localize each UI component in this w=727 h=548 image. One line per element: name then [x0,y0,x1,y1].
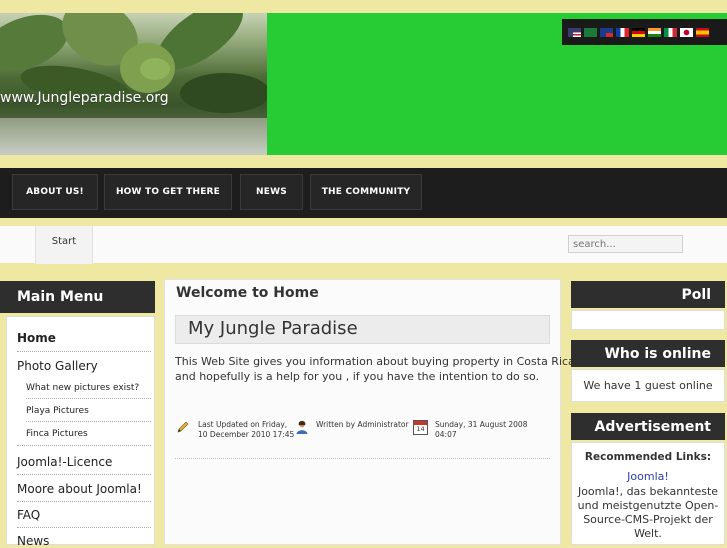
last-updated-line-2: 10 December 2010 17:45 [198,430,295,439]
poll-body [571,310,725,330]
who-is-online-header: Who is online [571,340,725,367]
menu-item-photo-gallery[interactable]: Photo Gallery [17,359,98,373]
recommended-links-title: Recommended Links: [584,451,712,463]
banner-photo: www.Jungleparadise.org [0,13,267,155]
pencil-icon [176,419,190,433]
breadcrumb-start[interactable]: Start [35,226,93,264]
calendar-icon: 14 [413,420,428,435]
in-flag-icon[interactable] [648,27,661,37]
menu-divider [17,445,151,446]
menu-divider [17,501,151,502]
article-text-line-2: and hopefully is a help for you , if you… [175,370,540,383]
joomla-link[interactable]: Joomla! [571,470,725,483]
main-menu: Home Photo Gallery What new pictures exi… [6,316,155,548]
language-flags [562,19,727,45]
us-flag-icon[interactable] [568,27,581,37]
top-strip [0,0,727,12]
menu-divider [26,398,151,399]
it-flag-icon[interactable] [664,27,677,37]
created-date-line-2: 04:07 [435,430,457,439]
nav-news[interactable]: NEWS [240,174,303,210]
poll-header: Poll [571,281,725,308]
article-text-line-1: This Web Site gives you information abou… [175,355,575,368]
menu-item-faq[interactable]: FAQ [17,508,40,522]
written-by: Written by Administrator [316,420,409,429]
nav-how-to-get-there[interactable]: HOW TO GET THERE [104,174,232,210]
de-flag-icon[interactable] [632,27,645,37]
main-menu-header: Main Menu [0,281,155,313]
menu-divider [17,474,151,475]
online-count-text: We have 1 guest online [583,379,713,392]
menu-item-moore-about-joomla[interactable]: Moore about Joomla! [17,482,142,496]
menu-item-finca-pictures[interactable]: Finca Pictures [26,429,88,439]
banner-url-text: www.Jungleparadise.org [0,90,169,106]
nav-about-us[interactable]: ABOUT US! [12,174,98,210]
menu-divider [17,351,151,352]
article-title[interactable]: My Jungle Paradise [188,318,358,339]
menu-item-what-new-pictures[interactable]: What new pictures exist? [26,383,139,393]
sa-flag-icon[interactable] [584,27,597,37]
ad-description-line-4: Welt. [634,527,662,540]
last-updated-line-1: Last Updated on Friday, [198,420,288,429]
menu-item-home[interactable]: Home [17,331,56,345]
ad-description-line-3: Source-CMS-Projekt der [583,513,713,526]
search-input[interactable] [568,235,683,253]
ad-description-line-2: und meistgenutzte Open- [577,499,719,512]
ad-description-line-1: Joomla!, das bekannteste [577,485,719,498]
menu-item-news[interactable]: News [17,534,49,548]
es-flag-icon[interactable] [696,27,709,37]
jp-flag-icon[interactable] [680,27,693,37]
menu-divider [17,527,151,528]
main-navigation: ABOUT US! HOW TO GET THERE NEWS THE COMM… [0,168,727,218]
advertisement-header: Advertisement [571,413,725,440]
fr-flag-icon[interactable] [616,27,629,37]
menu-item-joomla-licence[interactable]: Joomla!-Licence [17,455,112,469]
article-divider [175,458,550,459]
calendar-day: 14 [416,425,425,433]
author-icon [295,419,309,435]
menu-item-playa-pictures[interactable]: Playa Pictures [26,406,89,416]
menu-divider [26,421,151,422]
page-title: Welcome to Home [176,285,319,301]
tw-flag-icon[interactable] [600,27,613,37]
created-date-line-1: Sunday, 31 August 2008 [435,420,528,429]
nav-the-community[interactable]: THE COMMUNITY [310,174,422,210]
